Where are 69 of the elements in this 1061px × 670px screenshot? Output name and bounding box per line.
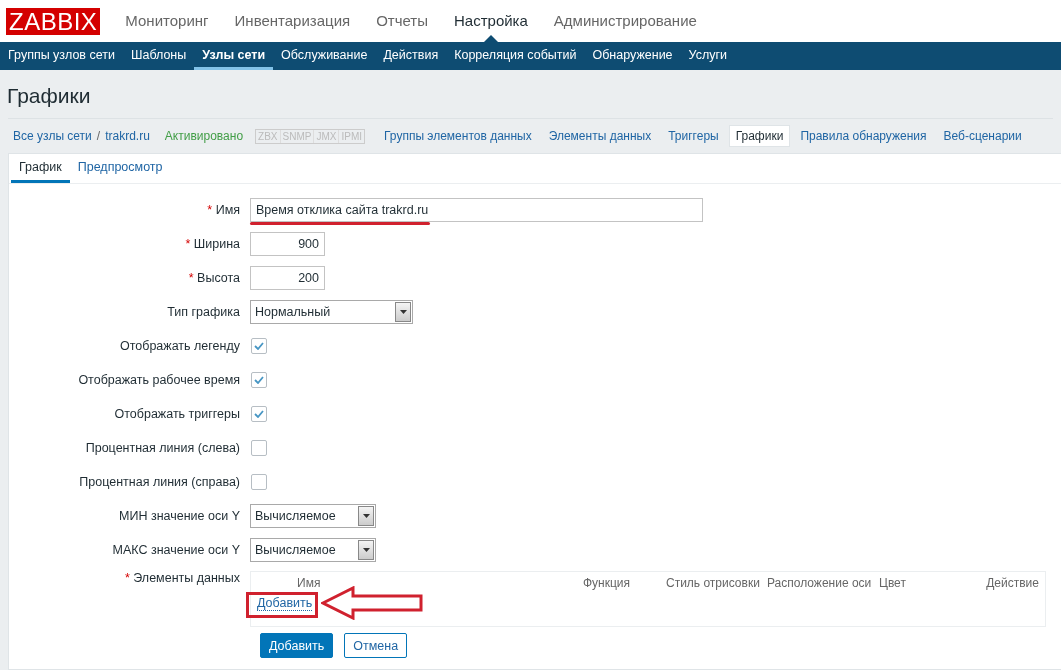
dropdown[interactable]: Вычисляемое — [250, 504, 376, 528]
top-menu-item[interactable]: Отчеты — [367, 0, 437, 42]
field-label: МАКС значение оси Y — [111, 543, 241, 557]
add-item-link[interactable]: Добавить — [257, 596, 313, 611]
field-label: Процентная линия (слева) — [84, 441, 241, 455]
top-menu-item[interactable]: Администрирование — [544, 0, 706, 42]
checkmark-icon — [254, 342, 264, 350]
column-header: Действие — [985, 576, 1039, 590]
sub-menu-item[interactable]: Узлы сети — [194, 42, 274, 70]
host-tab[interactable]: Веб-сценарии — [936, 125, 1029, 147]
required-mark: * — [188, 271, 194, 285]
field-label: Тип графика — [166, 305, 241, 319]
breadcrumb-link[interactable]: trakrd.ru — [104, 125, 151, 147]
top-menu-item[interactable]: Инвентаризация — [225, 0, 360, 42]
caret-icon — [399, 310, 407, 314]
field-label: Отображать триггеры — [113, 407, 241, 421]
top-menu-item[interactable]: Мониторинг — [116, 0, 218, 42]
sub-menu-item[interactable]: Шаблоны — [122, 42, 195, 70]
page-title: Графики — [6, 83, 92, 109]
sub-menu-item[interactable]: Корреляция событий — [446, 42, 585, 70]
checkmark-icon — [254, 410, 264, 418]
form-tab[interactable]: График — [11, 154, 70, 183]
field-label: Отображать легенду — [119, 339, 241, 353]
caret-icon — [362, 548, 370, 552]
text-field[interactable]: 200 — [250, 266, 325, 290]
cancel-button[interactable]: Отмена — [344, 633, 408, 658]
dropdown[interactable]: Вычисляемое — [250, 538, 376, 562]
host-tab[interactable]: Графики — [728, 125, 791, 147]
sub-menu-item[interactable]: Обнаружение — [584, 42, 681, 70]
field-label: * Элементы данных — [123, 571, 241, 585]
sub-menu-item[interactable]: Группы узлов сети — [0, 42, 123, 70]
add-button[interactable]: Добавить — [260, 633, 334, 658]
breadcrumb-link[interactable]: Все узлы сети — [12, 125, 93, 147]
sub-menu-item[interactable]: Действия — [375, 42, 447, 70]
field-label: Процентная линия (справа) — [78, 475, 241, 489]
text-field[interactable]: Время отклика сайта trakrd.ru — [250, 198, 703, 222]
breadcrumb-separator: / — [96, 129, 101, 143]
field-label: Отображать рабочее время — [77, 373, 241, 387]
sub-menu-item[interactable]: Обслуживание — [273, 42, 376, 70]
sub-menu-item[interactable]: Услуги — [680, 42, 736, 70]
dropdown[interactable]: Нормальный — [250, 300, 413, 324]
column-header: Стиль отрисовки — [666, 576, 761, 590]
checkbox[interactable] — [251, 338, 267, 354]
form-tab[interactable]: Предпросмотр — [69, 154, 171, 183]
field-label: * Имя — [206, 203, 241, 217]
text-field[interactable]: 900 — [250, 232, 325, 256]
checkbox[interactable] — [251, 406, 267, 422]
status-label: Активировано — [164, 129, 244, 143]
checkbox[interactable] — [251, 474, 267, 490]
field-label: * Высота — [187, 271, 241, 285]
caret-icon — [362, 514, 370, 518]
required-mark: * — [207, 203, 213, 217]
host-tab[interactable]: Правила обнаружения — [793, 125, 934, 147]
checkmark-icon — [254, 376, 264, 384]
column-header: Расположение оси — [767, 576, 873, 590]
checkbox[interactable] — [251, 440, 267, 456]
field-label: * Ширина — [184, 237, 241, 251]
host-tab[interactable]: Группы элементов данных — [377, 125, 539, 147]
highlight-frame — [246, 592, 318, 618]
required-mark: * — [185, 237, 191, 251]
required-mark: * — [124, 571, 130, 585]
zabbix-logo[interactable]: ZABBIX — [6, 7, 101, 35]
column-header: Имя — [296, 576, 322, 590]
checkbox[interactable] — [251, 372, 267, 388]
field-label: МИН значение оси Y — [118, 509, 241, 523]
host-tab[interactable]: Триггеры — [661, 125, 726, 147]
column-header: Функция — [581, 576, 630, 590]
host-tab[interactable]: Элементы данных — [541, 125, 659, 147]
column-header: Цвет — [879, 576, 907, 590]
